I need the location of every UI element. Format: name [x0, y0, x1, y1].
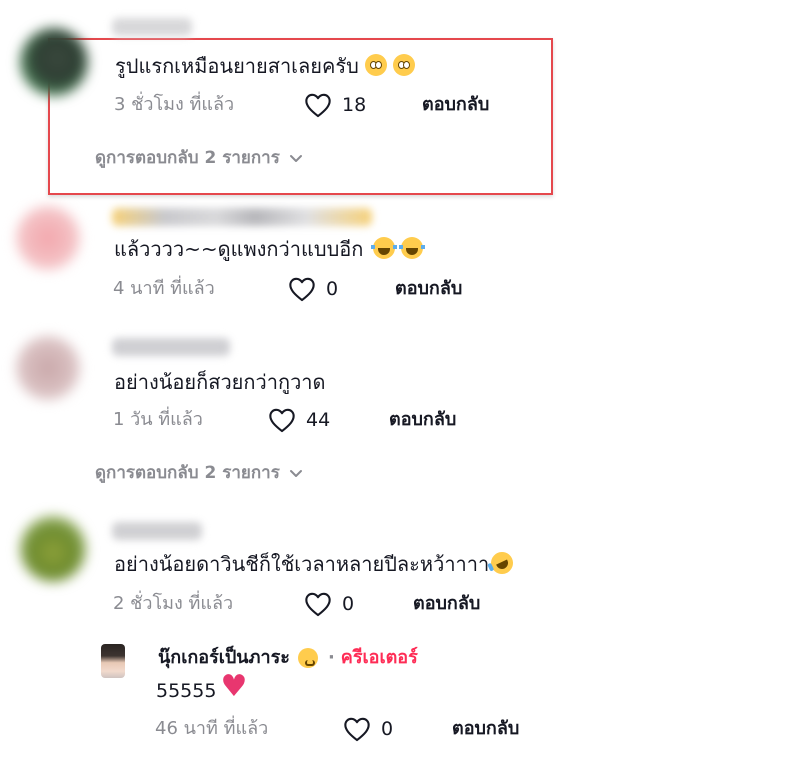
reply-button[interactable]: ตอบกลับ	[413, 592, 480, 616]
view-replies-button[interactable]: ดูการตอบกลับ 2 รายการ	[95, 146, 304, 170]
tears-of-joy-icon	[371, 237, 398, 259]
slightly-smiling-face-icon	[392, 54, 415, 76]
kissing-face-icon	[297, 648, 318, 668]
comment-time: 1 วัน ที่แล้ว	[113, 409, 203, 430]
heart-icon	[269, 408, 295, 433]
avatar[interactable]	[16, 206, 80, 270]
view-replies-label: ดูการตอบกลับ 2 รายการ	[95, 463, 280, 483]
like-button[interactable]: 0	[304, 591, 354, 617]
view-replies-label: ดูการตอบกลับ 2 รายการ	[95, 148, 280, 168]
view-replies-button[interactable]: ดูการตอบกลับ 2 รายการ	[95, 461, 304, 485]
like-count: 0	[326, 278, 339, 300]
reply-button[interactable]: ตอบกลับ	[452, 717, 519, 741]
tears-of-joy-icon	[399, 237, 426, 259]
heart-icon	[305, 93, 331, 118]
like-button[interactable]: 44	[268, 407, 330, 433]
comment-text: อย่างน้อยดาวินชีก็ใช้เวลาหลายปีละหว้าาาา	[114, 548, 517, 578]
heart-icon	[305, 592, 331, 617]
reply-author: นุ๊กเกอร์เป็นภาระ · ครีเอเตอร์	[158, 645, 418, 671]
like-button[interactable]: 0	[288, 276, 338, 302]
like-button[interactable]: 0	[343, 716, 393, 742]
comment-time: 4 นาที ที่แล้ว	[113, 278, 215, 299]
slightly-smiling-face-icon	[364, 54, 387, 76]
avatar[interactable]	[20, 28, 88, 96]
reply-button[interactable]: ตอบกลับ	[422, 93, 489, 117]
comment-body: อย่างน้อยก็สวยกว่ากูวาด	[114, 370, 326, 394]
like-count: 0	[381, 718, 394, 740]
comment-time: 3 ชั่วโมง ที่แล้ว	[114, 94, 235, 115]
reply-button[interactable]: ตอบกลับ	[395, 277, 462, 301]
comment-text: แล้วววว~~ดูแพงกว่าแบบอีก	[114, 235, 426, 263]
like-count: 44	[306, 409, 331, 431]
chevron-down-icon	[289, 470, 302, 477]
creator-badge: ครีเอเตอร์	[340, 647, 418, 668]
username[interactable]	[112, 522, 202, 540]
username[interactable]	[112, 338, 230, 356]
reply-body: 55555	[156, 680, 217, 702]
heart-icon	[289, 277, 315, 302]
creator-avatar[interactable]	[101, 644, 125, 678]
avatar[interactable]	[16, 336, 80, 400]
reply-time: 46 นาที ที่แล้ว	[155, 718, 269, 739]
heart-icon	[344, 717, 370, 742]
comment-body: อย่างน้อยดาวินชีก็ใช้เวลาหลายปีละหว้าาาา	[114, 552, 490, 576]
comment-body: แล้วววว~~ดูแพงกว่าแบบอีก	[114, 237, 364, 261]
username[interactable]	[112, 18, 192, 36]
comment-time: 2 ชั่วโมง ที่แล้ว	[113, 593, 234, 614]
chevron-down-icon	[289, 155, 302, 162]
comment-text: รูปแรกเหมือนยายสาเลยครับ	[115, 52, 415, 80]
like-button[interactable]: 18	[304, 92, 366, 118]
reply-username[interactable]: นุ๊กเกอร์เป็นภาระ	[158, 645, 290, 671]
reply-text: 55555	[156, 672, 247, 705]
username[interactable]	[112, 208, 372, 226]
like-count: 18	[342, 94, 367, 116]
reply-button[interactable]: ตอบกลับ	[389, 408, 456, 432]
separator: ·	[327, 647, 335, 668]
comment-body: รูปแรกเหมือนยายสาเลยครับ	[115, 54, 359, 78]
avatar[interactable]	[20, 516, 86, 582]
red-heart-icon	[220, 672, 247, 702]
rolling-on-the-floor-laughing-icon	[487, 548, 517, 578]
like-count: 0	[342, 593, 355, 615]
comment-text: อย่างน้อยก็สวยกว่ากูวาด	[114, 368, 326, 396]
